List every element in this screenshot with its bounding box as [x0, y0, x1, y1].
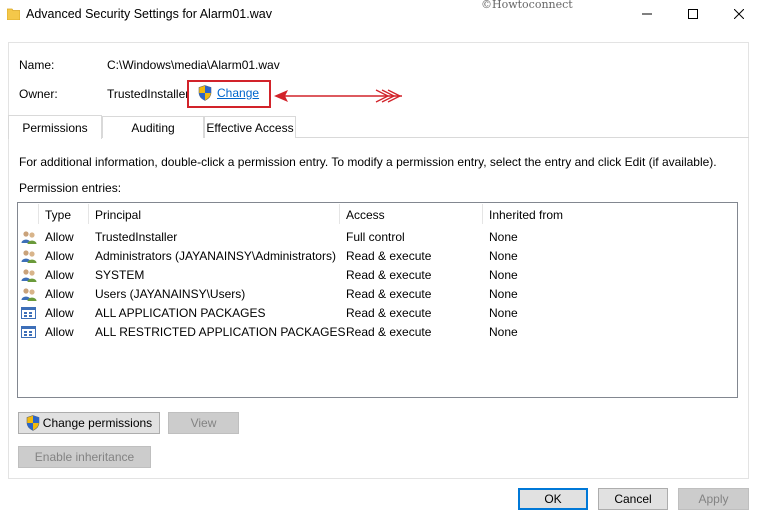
instructions-text: For additional information, double-click… — [19, 155, 717, 169]
column-separator — [339, 204, 340, 224]
change-permissions-label: Change permissions — [42, 416, 153, 430]
column-separator — [88, 204, 89, 224]
watermark: ©Howtoconnect — [481, 0, 573, 11]
tab-effective-access[interactable]: Effective Access — [204, 116, 296, 138]
entry-type: Allow — [45, 325, 74, 339]
maximize-icon — [688, 9, 698, 19]
change-owner-link[interactable]: Change — [217, 86, 259, 100]
column-header-type[interactable]: Type — [45, 208, 71, 222]
entry-principal: TrustedInstaller — [95, 230, 178, 244]
users-icon — [21, 231, 37, 244]
permission-entry-row[interactable]: Allow ALL RESTRICTED APPLICATION PACKAGES… — [18, 323, 737, 342]
entry-principal: ALL APPLICATION PACKAGES — [95, 306, 266, 320]
maximize-button[interactable] — [670, 0, 716, 28]
permission-entry-row[interactable]: Allow Administrators (JAYANAINSY\Administ… — [18, 247, 737, 266]
ok-button[interactable]: OK — [518, 488, 588, 510]
tab-permissions[interactable]: Permissions — [8, 115, 102, 139]
app-package-icon — [21, 307, 36, 319]
view-button[interactable]: View — [168, 412, 239, 434]
minimize-icon — [642, 13, 652, 15]
change-permissions-button[interactable]: Change permissions — [18, 412, 160, 434]
entry-type: Allow — [45, 268, 74, 282]
users-icon — [21, 288, 37, 301]
apply-button[interactable]: Apply — [678, 488, 749, 510]
entry-access: Read & execute — [346, 287, 432, 301]
entry-access: Read & execute — [346, 268, 432, 282]
entry-type: Allow — [45, 230, 74, 244]
entry-type: Allow — [45, 287, 74, 301]
column-header-principal[interactable]: Principal — [95, 208, 141, 222]
entry-inherited-from: None — [489, 306, 518, 320]
entry-inherited-from: None — [489, 325, 518, 339]
entry-type: Allow — [45, 306, 74, 320]
entry-inherited-from: None — [489, 249, 518, 263]
permission-entry-row[interactable]: Allow Users (JAYANAINSY\Users) Read & exec… — [18, 285, 737, 304]
uac-shield-icon — [198, 85, 212, 101]
permission-entry-row[interactable]: Allow SYSTEM Read & execute None — [18, 266, 737, 285]
entry-type: Allow — [45, 249, 74, 263]
entry-inherited-from: None — [489, 230, 518, 244]
users-icon — [21, 269, 37, 282]
column-separator — [482, 204, 483, 224]
users-icon — [21, 250, 37, 263]
permission-entry-row[interactable]: Allow TrustedInstaller Full control None — [18, 228, 737, 247]
cancel-button[interactable]: Cancel — [598, 488, 668, 510]
entry-principal: ALL RESTRICTED APPLICATION PACKAGES — [95, 325, 346, 339]
entry-principal: Users (JAYANAINSY\Users) — [95, 287, 246, 301]
window-title: Advanced Security Settings for Alarm01.w… — [26, 7, 272, 21]
close-button[interactable] — [716, 0, 761, 28]
permission-entry-row[interactable]: Allow ALL APPLICATION PACKAGES Read & exec… — [18, 304, 737, 323]
enable-inheritance-button[interactable]: Enable inheritance — [18, 446, 151, 468]
column-header-inherited-from[interactable]: Inherited from — [489, 208, 563, 222]
entry-inherited-from: None — [489, 268, 518, 282]
owner-value: TrustedInstaller — [107, 87, 190, 101]
owner-label: Owner: — [19, 87, 58, 101]
app-package-icon — [21, 326, 36, 338]
entry-principal: Administrators (JAYANAINSY\Administrator… — [95, 249, 336, 263]
entry-access: Read & execute — [346, 249, 432, 263]
entry-access: Read & execute — [346, 325, 432, 339]
annotation-arrow-icon — [274, 89, 402, 103]
tab-auditing[interactable]: Auditing — [102, 116, 204, 138]
column-header-access[interactable]: Access — [346, 208, 385, 222]
close-icon — [734, 9, 744, 19]
minimize-button[interactable] — [624, 0, 670, 28]
permission-entries-label: Permission entries: — [19, 181, 122, 195]
folder-icon — [7, 8, 20, 20]
uac-shield-icon — [26, 415, 40, 431]
entry-access: Full control — [346, 230, 405, 244]
entry-principal: SYSTEM — [95, 268, 145, 282]
name-label: Name: — [19, 58, 55, 72]
column-separator — [38, 204, 39, 224]
entry-access: Read & execute — [346, 306, 432, 320]
entry-inherited-from: None — [489, 287, 518, 301]
title-bar: Advanced Security Settings for Alarm01.w… — [0, 0, 761, 30]
name-value: C:\Windows\media\Alarm01.wav — [107, 58, 280, 72]
